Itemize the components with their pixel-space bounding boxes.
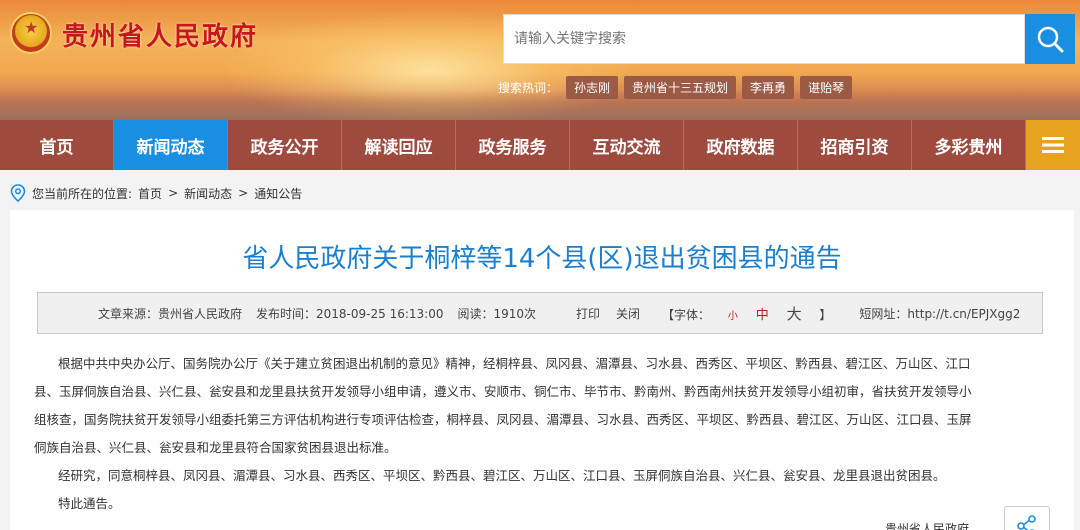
nav-item-government-affairs[interactable]: 政务公开 (228, 120, 342, 170)
breadcrumb-prefix: 您当前所在的位置: (32, 186, 133, 201)
article-meta-bar: 文章来源：贵州省人民政府 发布时间：2018-09-25 16:13:00 阅读… (37, 292, 1043, 334)
breadcrumb: 您当前所在的位置: 首页 > 新闻动态 > 通知公告 (10, 181, 302, 205)
search-icon (1037, 26, 1064, 53)
article-signature: 贵州省人民政府 (885, 522, 970, 530)
nav-item-investment[interactable]: 招商引资 (798, 120, 912, 170)
header-banner: 贵州省人民政府 搜索热词： 孙志刚 贵州省十三五规划 李再勇 谌贻琴 (0, 0, 1080, 120)
share-icon (1017, 515, 1036, 530)
search-input[interactable] (514, 31, 1024, 47)
font-size-medium[interactable]: 中 (756, 308, 769, 323)
nav-item-interaction[interactable]: 互动交流 (570, 120, 684, 170)
print-link[interactable]: 打印 (576, 305, 600, 322)
hot-tag[interactable]: 李再勇 (742, 75, 795, 99)
article-paragraph: 经研究，同意桐梓县、凤冈县、湄潭县、习水县、西秀区、平坝区、黔西县、碧江区、万山… (58, 468, 946, 483)
article-container: 省人民政府关于桐梓等14个县(区)退出贫困县的通告 文章来源：贵州省人民政府 发… (10, 210, 1074, 530)
hamburger-menu-icon (1042, 137, 1064, 153)
nav-item-colorful-guizhou[interactable]: 多彩贵州 (912, 120, 1026, 170)
breadcrumb-item-notices[interactable]: 通知公告 (254, 185, 302, 202)
main-nav: 首页 新闻动态 政务公开 解读回应 政务服务 互动交流 政府数据 招商引资 多彩… (0, 120, 1080, 170)
article-paragraph: 特此通告。 (58, 496, 121, 511)
hot-search-row: 搜索热词： 孙志刚 贵州省十三五规划 李再勇 谌贻琴 (498, 75, 853, 99)
nav-item-interpretation[interactable]: 解读回应 (342, 120, 456, 170)
site-title[interactable]: 贵州省人民政府 (62, 16, 258, 53)
article-published-time: 发布时间：2018-09-25 16:13:00 (256, 306, 444, 321)
font-size-label: 【字体： (662, 307, 711, 322)
breadcrumb-separator: > (238, 186, 249, 200)
font-size-bracket-end: 】 (819, 307, 832, 322)
article-title: 省人民政府关于桐梓等14个县(区)退出贫困县的通告 (242, 244, 842, 274)
short-url[interactable]: 短网址：http://t.cn/EPJXgg2 (859, 305, 1020, 322)
nav-item-data[interactable]: 政府数据 (684, 120, 798, 170)
font-size-small[interactable]: 小 (728, 311, 738, 322)
menu-button[interactable] (1026, 120, 1080, 170)
share-button[interactable] (1004, 506, 1050, 530)
nav-item-news[interactable]: 新闻动态 (114, 120, 228, 170)
hot-tag[interactable]: 孙志刚 (566, 75, 619, 99)
national-emblem-icon (10, 12, 52, 54)
article-source: 文章来源：贵州省人民政府 (98, 306, 243, 321)
hot-search-label: 搜索热词： (498, 80, 559, 95)
font-size-large[interactable]: 大 (787, 305, 802, 323)
hot-tag[interactable]: 贵州省十三五规划 (624, 75, 737, 99)
search-box[interactable] (503, 14, 1025, 64)
breadcrumb-item-home[interactable]: 首页 (138, 185, 162, 202)
hot-tag[interactable]: 谌贻琴 (800, 75, 853, 99)
close-link[interactable]: 关闭 (616, 305, 640, 322)
breadcrumb-item-news[interactable]: 新闻动态 (184, 185, 232, 202)
search-button[interactable] (1025, 14, 1075, 64)
location-pin-icon (10, 184, 26, 202)
article-body: 根据中共中央办公厅、国务院办公厅《关于建立贫困退出机制的意见》精神，经桐梓县、凤… (34, 350, 974, 518)
nav-item-services[interactable]: 政务服务 (456, 120, 570, 170)
breadcrumb-separator: > (168, 186, 179, 200)
nav-item-home[interactable]: 首页 (0, 120, 114, 170)
article-view-count: 阅读：1910次 (457, 306, 537, 321)
article-paragraph: 根据中共中央办公厅、国务院办公厅《关于建立贫困退出机制的意见》精神，经桐梓县、凤… (34, 356, 972, 455)
font-size-control: 【字体： 小 中 大 】 (662, 303, 845, 324)
